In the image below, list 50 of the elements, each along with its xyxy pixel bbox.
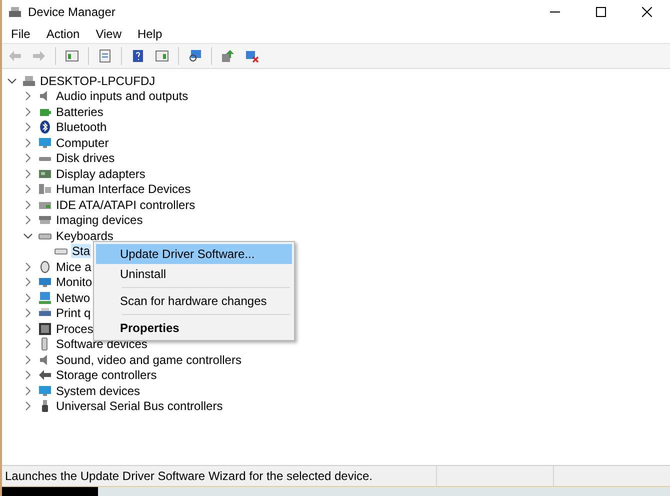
tree-item[interactable]: IDE ATA/ATAPI controllers xyxy=(55,198,196,212)
help-icon[interactable] xyxy=(131,49,145,63)
tree-item[interactable]: Storage controllers xyxy=(55,368,158,382)
monitor-search-icon[interactable] xyxy=(188,49,202,63)
panel-icon[interactable] xyxy=(65,49,79,63)
menu-item[interactable]: View xyxy=(88,26,130,40)
computer-icon xyxy=(22,74,36,88)
tree-item[interactable]: Display adapters xyxy=(55,166,146,181)
tree-item[interactable]: Keyboards xyxy=(55,228,114,243)
context-menu-item[interactable]: Scan for hardware changes xyxy=(96,291,292,311)
tree-item[interactable]: Universal Serial Bus controllers xyxy=(55,399,224,414)
network-icon xyxy=(38,290,52,305)
tree-item[interactable]: Mice a xyxy=(55,260,92,274)
monitor-icon xyxy=(38,136,52,150)
monitor-icon xyxy=(38,275,52,290)
processor-icon xyxy=(38,322,52,336)
tree-item[interactable]: Monito xyxy=(55,275,94,290)
context-menu-item[interactable]: Update Driver Software... xyxy=(96,244,292,264)
context-menu-item[interactable]: Properties xyxy=(96,318,292,338)
tree-item[interactable]: Print q xyxy=(55,306,92,320)
tree-item[interactable]: Netwo xyxy=(55,290,92,305)
close-icon[interactable] xyxy=(642,7,652,17)
tree-item[interactable]: Disk drives xyxy=(55,151,116,166)
tree-item[interactable]: Sta xyxy=(71,244,92,258)
uninstall-icon[interactable] xyxy=(245,49,259,63)
monitor-icon xyxy=(38,384,52,398)
tree-item[interactable]: Sound, video and game controllers xyxy=(55,352,242,367)
tree-item[interactable]: Software devices xyxy=(55,337,148,352)
tree-item[interactable]: Proces xyxy=(55,322,94,336)
context-menu-item[interactable]: Uninstall xyxy=(96,264,292,284)
status-text: Launches the Update Driver Software Wizard for the selected device. xyxy=(4,469,374,483)
tree-item[interactable]: Audio inputs and outputs xyxy=(55,89,190,104)
maximize-icon[interactable] xyxy=(596,7,606,17)
update-driver-icon[interactable] xyxy=(221,49,235,63)
panel-icon[interactable] xyxy=(155,49,169,63)
bluetooth-icon xyxy=(38,120,52,134)
tree-item[interactable]: Bluetooth xyxy=(55,120,108,134)
menu-item[interactable]: Action xyxy=(39,26,89,40)
menu-item[interactable]: File xyxy=(4,26,40,40)
tree-item[interactable]: Batteries xyxy=(55,104,104,119)
tree-item[interactable]: System devices xyxy=(55,384,142,398)
window-title: Device Manager xyxy=(28,5,116,19)
menu-item[interactable]: Help xyxy=(130,26,172,40)
tree-item[interactable]: Imaging devices xyxy=(55,213,144,228)
tree-item[interactable]: Computer xyxy=(55,136,110,150)
tree-item[interactable]: Human Interface Devices xyxy=(55,182,192,196)
properties-icon[interactable] xyxy=(98,49,112,63)
tree-item[interactable]: DESKTOP-LPCUFDJ xyxy=(39,74,156,88)
app-icon xyxy=(8,5,22,19)
mouse-icon xyxy=(38,260,52,274)
